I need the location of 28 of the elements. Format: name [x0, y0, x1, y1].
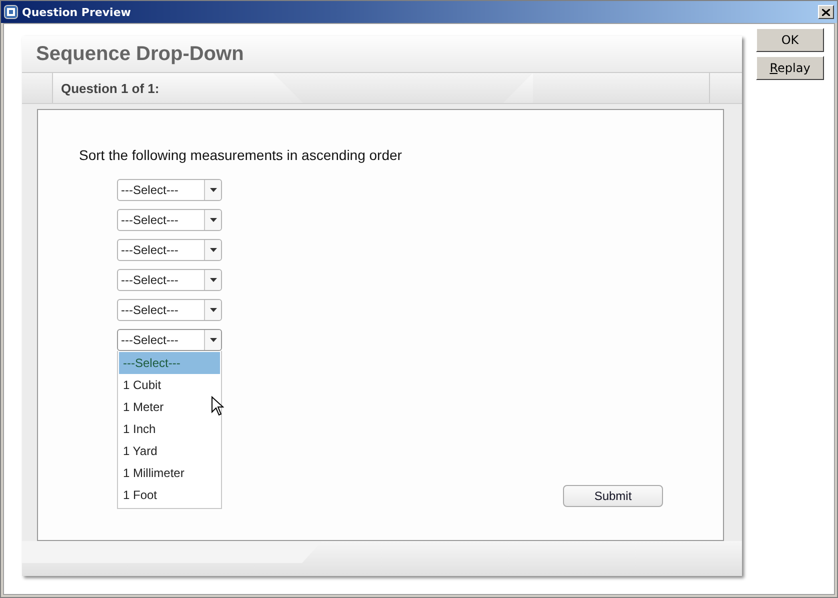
- select-dropdown[interactable]: ---Select---: [117, 209, 222, 231]
- caret-icon: [210, 188, 216, 192]
- dropdown-option[interactable]: 1 Inch: [119, 418, 220, 440]
- dropdown-option[interactable]: 1 Foot: [119, 484, 220, 506]
- dropdown-option[interactable]: 1 Millimeter: [119, 462, 220, 484]
- submit-button[interactable]: Submit: [563, 485, 663, 507]
- dropdown-option[interactable]: 1 Cubit: [119, 374, 220, 396]
- caret-icon: [210, 338, 216, 342]
- close-icon: [822, 8, 830, 16]
- select-dropdown[interactable]: ---Select---: [117, 329, 222, 351]
- select-dropdown[interactable]: ---Select---: [117, 299, 222, 321]
- question-heading: Sequence Drop-Down: [36, 42, 244, 66]
- dropdown-option[interactable]: ---Select---: [119, 352, 220, 374]
- question-counter: Question 1 of 1:: [53, 73, 533, 103]
- window-title: Question Preview: [22, 6, 132, 18]
- close-button[interactable]: [818, 5, 834, 19]
- ok-button[interactable]: OK: [756, 28, 824, 52]
- select-dropdown[interactable]: ---Select---: [117, 239, 222, 261]
- dropdown-option[interactable]: 1 Yard: [119, 440, 220, 462]
- app-icon: [4, 5, 18, 19]
- replay-button[interactable]: Replay: [756, 56, 824, 80]
- caret-icon: [210, 278, 216, 282]
- select-dropdown[interactable]: ---Select---: [117, 179, 222, 201]
- caret-icon: [210, 308, 216, 312]
- caret-icon: [210, 218, 216, 222]
- caret-icon: [210, 248, 216, 252]
- select-dropdown[interactable]: ---Select---: [117, 269, 222, 291]
- question-prompt: Sort the following measurements in ascending order: [79, 147, 403, 163]
